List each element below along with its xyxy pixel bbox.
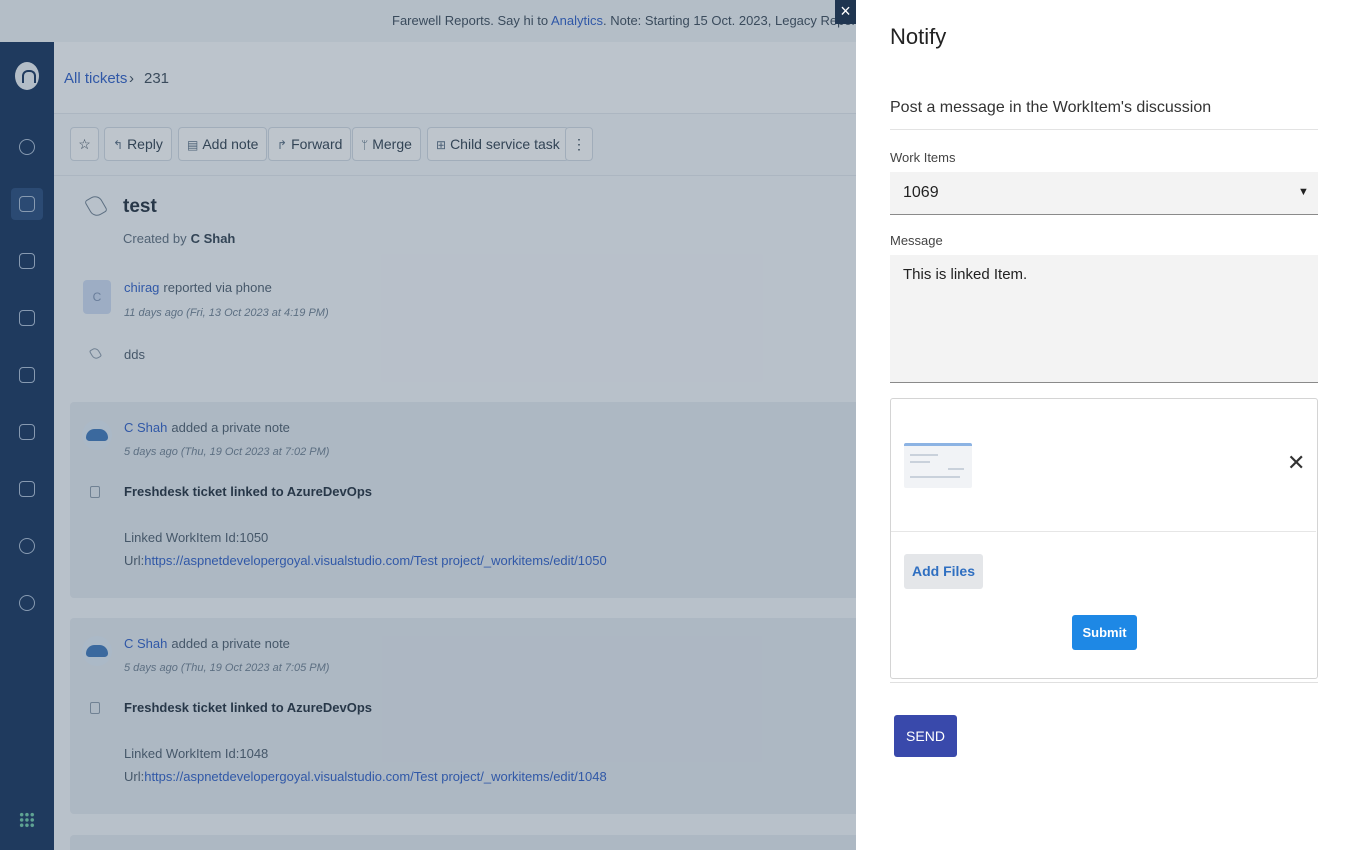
- message-label: Message: [890, 233, 943, 248]
- divider: [890, 682, 1318, 683]
- divider: [891, 531, 1316, 532]
- divider: [890, 129, 1318, 130]
- add-files-button[interactable]: Add Files: [904, 554, 983, 589]
- notify-modal: Notify Post a message in the WorkItem's …: [856, 0, 1360, 850]
- modal-subtitle: Post a message in the WorkItem's discuss…: [890, 99, 1212, 116]
- close-icon: ×: [840, 1, 851, 21]
- caret-down-icon: ▼: [1298, 186, 1309, 198]
- modal-title: Notify: [890, 24, 947, 49]
- attachment-thumbnail: [904, 443, 972, 488]
- remove-file-icon[interactable]: ✕: [1287, 450, 1305, 476]
- close-modal-button[interactable]: ×: [835, 0, 856, 24]
- work-items-value: 1069: [903, 184, 939, 201]
- message-textarea[interactable]: This is linked Item.: [890, 255, 1318, 383]
- submit-button[interactable]: Submit: [1072, 615, 1137, 650]
- work-items-select[interactable]: 1069 ▼: [890, 172, 1318, 215]
- send-button[interactable]: SEND: [894, 715, 957, 757]
- thumb-line: [910, 476, 960, 478]
- thumb-line: [948, 468, 964, 470]
- thumb-line: [910, 454, 938, 456]
- message-value: This is linked Item.: [903, 266, 1028, 283]
- file-upload-box: ✕ Add Files Submit: [890, 398, 1318, 679]
- work-items-label: Work Items: [890, 150, 956, 165]
- thumb-line: [910, 461, 930, 463]
